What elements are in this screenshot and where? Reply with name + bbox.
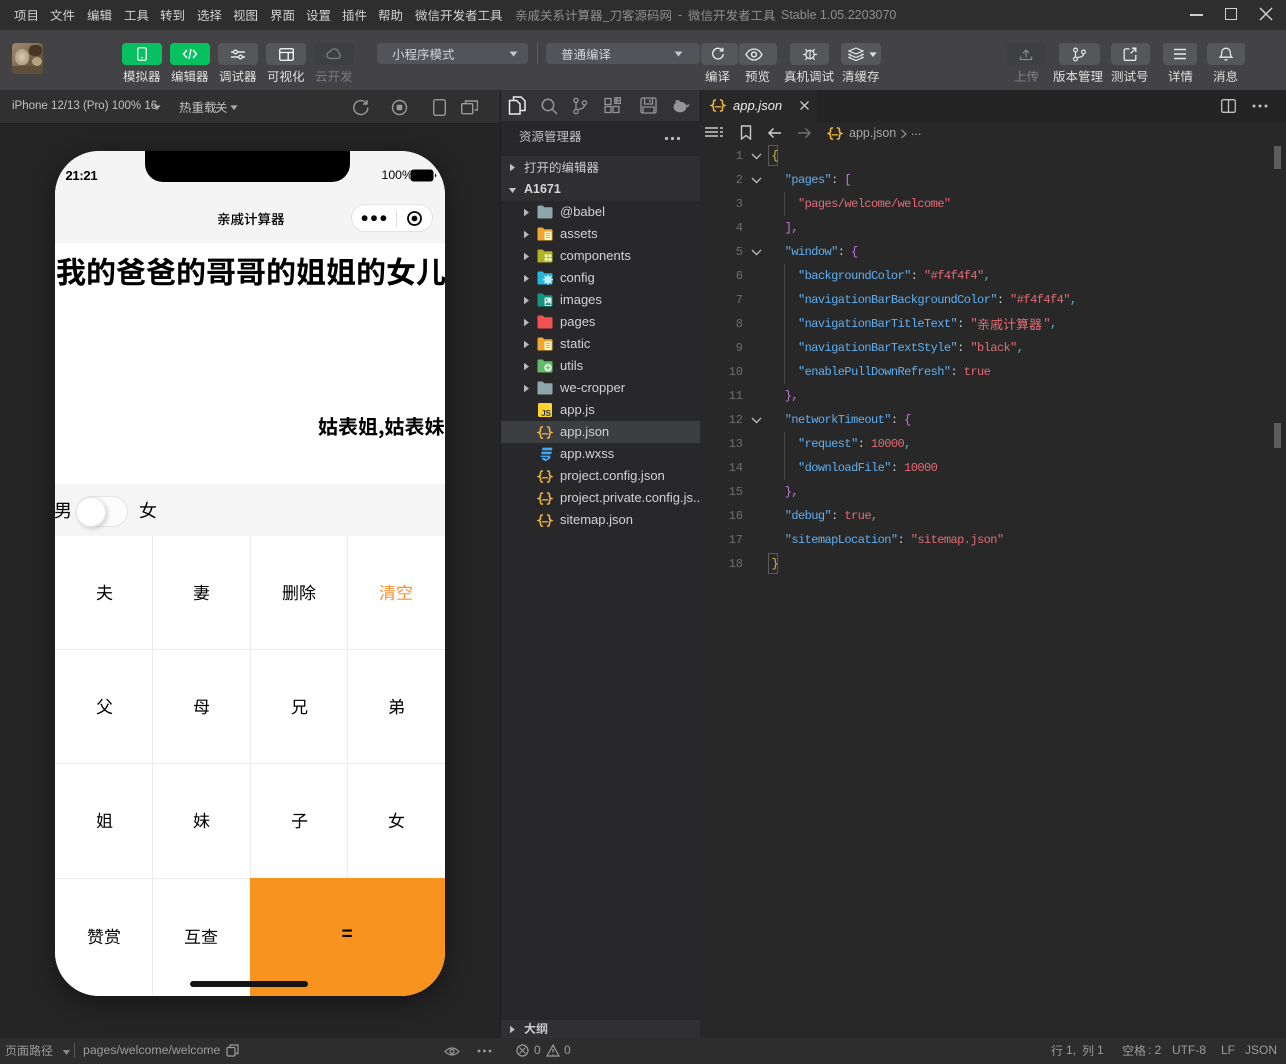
svg-text:JS: JS [541, 408, 551, 416]
